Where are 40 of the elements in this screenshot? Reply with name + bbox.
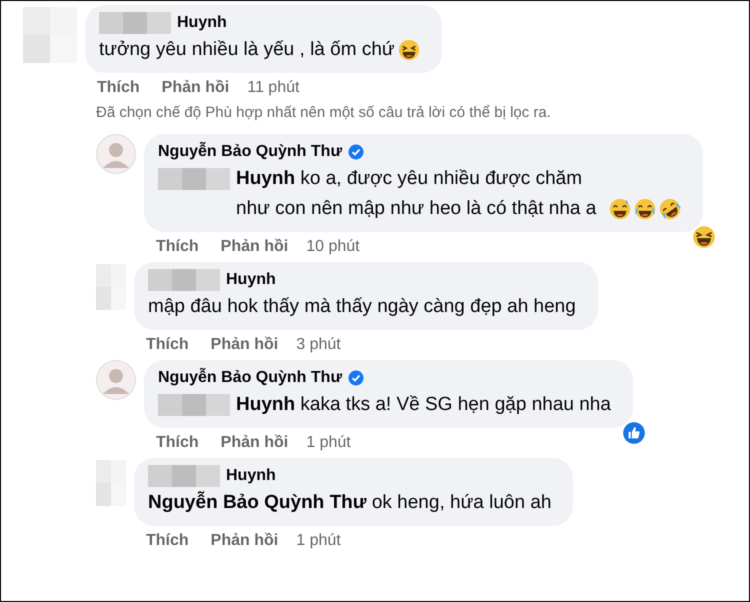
blurred-name: [148, 465, 220, 487]
comment-text: Nguyễn Bảo Quỳnh Thư ok heng, hứa luôn ah: [148, 490, 552, 515]
laughing-face-icon: [609, 198, 631, 220]
comment-time[interactable]: 1 phút: [296, 532, 341, 550]
action-link[interactable]: Phản hồi: [220, 238, 288, 256]
comment-time[interactable]: 10 phút: [306, 238, 360, 256]
comment-time[interactable]: 11 phút: [247, 79, 300, 97]
thumbs-up-reaction-icon[interactable]: [620, 420, 647, 446]
action-link[interactable]: Phản hồi: [162, 79, 230, 97]
laughing-face-icon: [634, 198, 656, 220]
blurred-avatar: [23, 7, 77, 63]
author-name[interactable]: Huynh: [226, 467, 276, 485]
author-name[interactable]: Huynh: [226, 271, 276, 289]
laughing-face-icon: [398, 39, 420, 61]
laughing-reaction-icon[interactable]: [691, 224, 717, 250]
action-link[interactable]: Thích: [97, 79, 140, 97]
blurred-name: [158, 168, 230, 190]
action-link[interactable]: Phản hồi: [210, 532, 278, 550]
action-link[interactable]: Thích: [156, 434, 199, 452]
action-link[interactable]: Thích: [146, 336, 189, 354]
comment-text: mập đâu hok thấy mà thấy ngày càng đẹp ah heng: [148, 295, 576, 319]
action-link[interactable]: Thích: [156, 238, 199, 256]
blurred-name: [148, 269, 220, 291]
action-link[interactable]: Thích: [146, 532, 189, 550]
blurred-name: [99, 12, 171, 34]
filter-notice: Đã chọn chế độ Phù hợp nhất nên một số câu trả lời có thể bị lọc ra.: [95, 103, 552, 123]
action-link[interactable]: Phản hồi: [210, 336, 278, 354]
blurred-avatar: [96, 264, 126, 310]
laughing-face-icon: [659, 198, 681, 220]
comment-time[interactable]: 3 phút: [296, 336, 341, 354]
comment-text: Huynh kaka tks a! Về SG hẹn gặp nhau nha: [236, 393, 611, 417]
comment-text: Huynh ko a, được yêu nhiều được chăm như con nên mập như heo là có thật nha a: [236, 167, 598, 221]
author-name[interactable]: Nguyễn Bảo Quỳnh Thư: [158, 143, 342, 161]
blurred-avatar: [96, 460, 126, 506]
author-name[interactable]: Nguyễn Bảo Quỳnh Thư: [158, 369, 342, 387]
author-name[interactable]: Huynh: [177, 14, 227, 32]
blurred-name: [158, 394, 230, 416]
action-link[interactable]: Phản hồi: [220, 434, 288, 452]
comment-time[interactable]: 1 phút: [306, 434, 351, 452]
comment-text: tưởng yêu nhiều là yếu , là ốm chứ: [99, 38, 395, 62]
